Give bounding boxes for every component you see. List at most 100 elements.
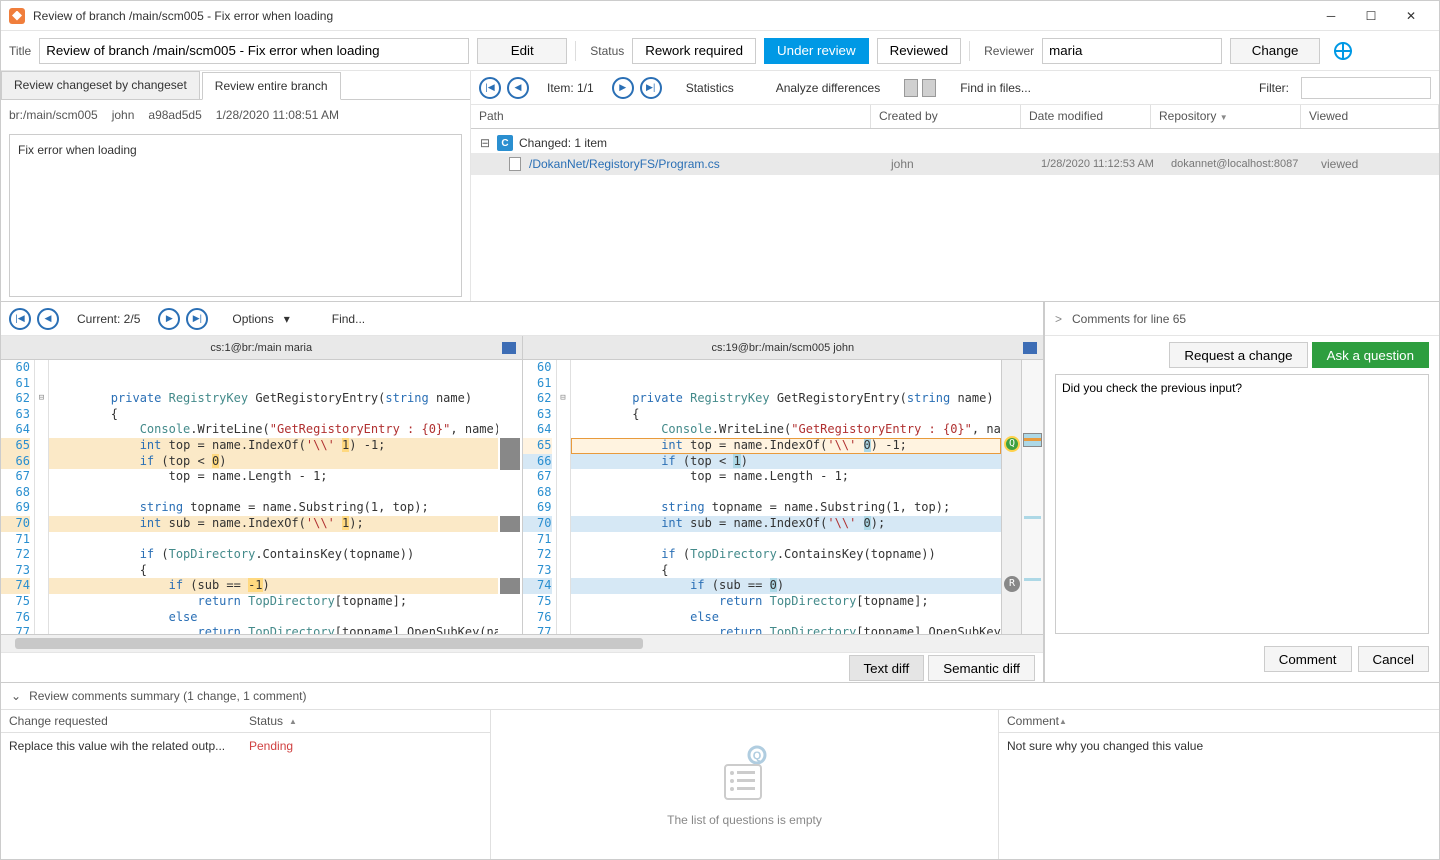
diff-nav-prev-icon[interactable]: ◀ [37,308,59,330]
pane-detach-icon[interactable] [1023,342,1037,354]
reviewer-label: Reviewer [984,44,1034,58]
question-marker-icon[interactable]: Q [1004,436,1020,452]
summary-comment-row[interactable]: Not sure why you changed this value [999,733,1439,759]
file-date: 1/28/2020 11:12:53 AM [1041,158,1171,170]
changed-badge: C [497,135,513,151]
file-row[interactable]: /DokanNet/RegistoryFS/Program.cs john 1/… [471,153,1439,175]
edit-button[interactable]: Edit [477,38,567,64]
text-diff-button[interactable]: Text diff [849,655,925,681]
summary-comments-column: Comment▲ Not sure why you changed this v… [999,710,1439,859]
summary-row[interactable]: Replace this value wih the related outp.… [1,733,490,759]
nav-first-icon[interactable]: |◀ [479,77,501,99]
analyze-link[interactable]: Analyze differences [776,81,881,95]
comments-header: Comments for line 65 [1072,312,1186,326]
header-repo[interactable]: Repository ▼ [1151,105,1301,128]
diff-counter: Current: 2/5 [77,312,140,326]
title-label: Title [9,44,31,58]
tab-entire-branch[interactable]: Review entire branch [202,72,341,100]
summary-section: ⌄ Review comments summary (1 change, 1 c… [1,682,1439,859]
close-button[interactable]: ✕ [1391,2,1431,30]
pane-detach-icon[interactable] [502,342,516,354]
title-input[interactable] [39,38,469,64]
status-rework[interactable]: Rework required [632,38,756,64]
file-repo: dokannet@localhost:8087 [1171,158,1321,170]
ask-question-button[interactable]: Ask a question [1312,342,1429,368]
status-reviewed[interactable]: Reviewed [877,38,962,64]
code-right[interactable]: private RegistryKey GetRegistoryEntry(st… [571,360,1002,634]
maximize-button[interactable]: ☐ [1351,2,1391,30]
branch-path: br:/main/scm005 [9,108,98,122]
doc-icon[interactable] [904,79,918,97]
comment-textarea[interactable]: Did you check the previous input? [1055,374,1429,634]
header-viewed[interactable]: Viewed [1301,105,1439,128]
summary-comment-text: Not sure why you changed this value [1007,739,1203,753]
code-left[interactable]: private RegistryKey GetRegistoryEntry(st… [49,360,498,634]
chevron-down-icon[interactable]: ⌄ [11,689,21,703]
diff-toolbar: |◀ ◀ Current: 2/5 ▶ ▶| Options ▾ Find... [1,302,1043,336]
diff-pane-right: cs:19@br:/main/scm005 john 6061626364656… [523,336,1044,634]
nav-next-icon[interactable]: ▶ [612,77,634,99]
status-under-review[interactable]: Under review [764,38,869,64]
tree-group[interactable]: ⊟ C Changed: 1 item [471,133,1439,153]
summary-questions-column: Q The list of questions is empty [491,710,999,859]
svg-text:Q: Q [752,750,761,762]
header-date[interactable]: Date modified [1021,105,1151,128]
diff-nav-first-icon[interactable]: |◀ [9,308,31,330]
header-status[interactable]: Status▲ [241,710,305,732]
minimize-button[interactable]: ─ [1311,2,1351,30]
reviewer-input[interactable] [1042,38,1222,64]
header-change-requested[interactable]: Change requested [1,710,241,732]
change-bar-left [498,360,522,634]
nav-prev-icon[interactable]: ◀ [507,77,529,99]
header-created[interactable]: Created by [871,105,1021,128]
semantic-diff-button[interactable]: Semantic diff [928,655,1035,681]
file-toolbar: |◀ ◀ Item: 1/1 ▶ ▶| Statistics Analyze d… [471,71,1439,105]
file-tree: ⊟ C Changed: 1 item /DokanNet/RegistoryF… [471,129,1439,301]
fold-gutter-right: ⊟ [557,360,571,634]
nav-last-icon[interactable]: ▶| [640,77,662,99]
find-in-files-link[interactable]: Find in files... [960,81,1031,95]
summary-title: Review comments summary (1 change, 1 com… [29,689,306,703]
doc-icons [904,79,936,97]
summary-changes-column: Change requested Status▲ Replace this va… [1,710,491,859]
branch-user: john [112,108,135,122]
window-title: Review of branch /main/scm005 - Fix erro… [33,9,1311,23]
options-dropdown[interactable]: Options ▾ [232,312,289,326]
line-gutter-right: 6061626364656667686970717273747576777879 [523,360,557,634]
chevron-right-icon[interactable]: > [1055,312,1062,326]
header-path[interactable]: Path [471,105,871,128]
horizontal-scrollbar[interactable] [1,634,1043,652]
filter-input[interactable] [1301,77,1431,99]
comment-sidebar: > Comments for line 65 Request a change … [1044,302,1439,682]
branch-hash: a98ad5d5 [148,108,201,122]
branch-date: 1/28/2020 11:08:51 AM [216,108,339,122]
header-comment[interactable]: Comment▲ [999,710,1075,732]
diff-pane-left: cs:1@br:/main maria 60616263646566676869… [1,336,523,634]
diff-nav-last-icon[interactable]: ▶| [186,308,208,330]
branch-description: Fix error when loading [9,134,462,297]
statistics-link[interactable]: Statistics [686,81,734,95]
pane-left-header: cs:1@br:/main maria [1,336,522,360]
file-icon [509,157,521,171]
file-viewed: viewed [1321,157,1358,171]
tab-by-changeset[interactable]: Review changeset by changeset [1,71,200,99]
request-change-button[interactable]: Request a change [1169,342,1307,368]
item-counter: Item: 1/1 [547,81,594,95]
cancel-button[interactable]: Cancel [1358,646,1430,672]
tree-collapse-icon[interactable]: ⊟ [479,136,491,150]
minimap[interactable] [1021,360,1043,634]
globe-icon[interactable] [1334,42,1352,60]
summary-change-text: Replace this value wih the related outp.… [9,739,249,753]
doc-icon[interactable] [922,79,936,97]
change-marker-icon[interactable]: R [1004,576,1020,592]
comment-button[interactable]: Comment [1264,646,1352,672]
file-path: /DokanNet/RegistoryFS/Program.cs [529,157,891,171]
app-icon [9,8,25,24]
status-label: Status [590,44,624,58]
line-gutter-left: 6061626364656667686970717273747576777879 [1,360,35,634]
filter-label: Filter: [1259,81,1289,95]
change-button[interactable]: Change [1230,38,1320,64]
diff-nav-next-icon[interactable]: ▶ [158,308,180,330]
file-created: john [891,157,1041,171]
find-link[interactable]: Find... [332,312,365,326]
